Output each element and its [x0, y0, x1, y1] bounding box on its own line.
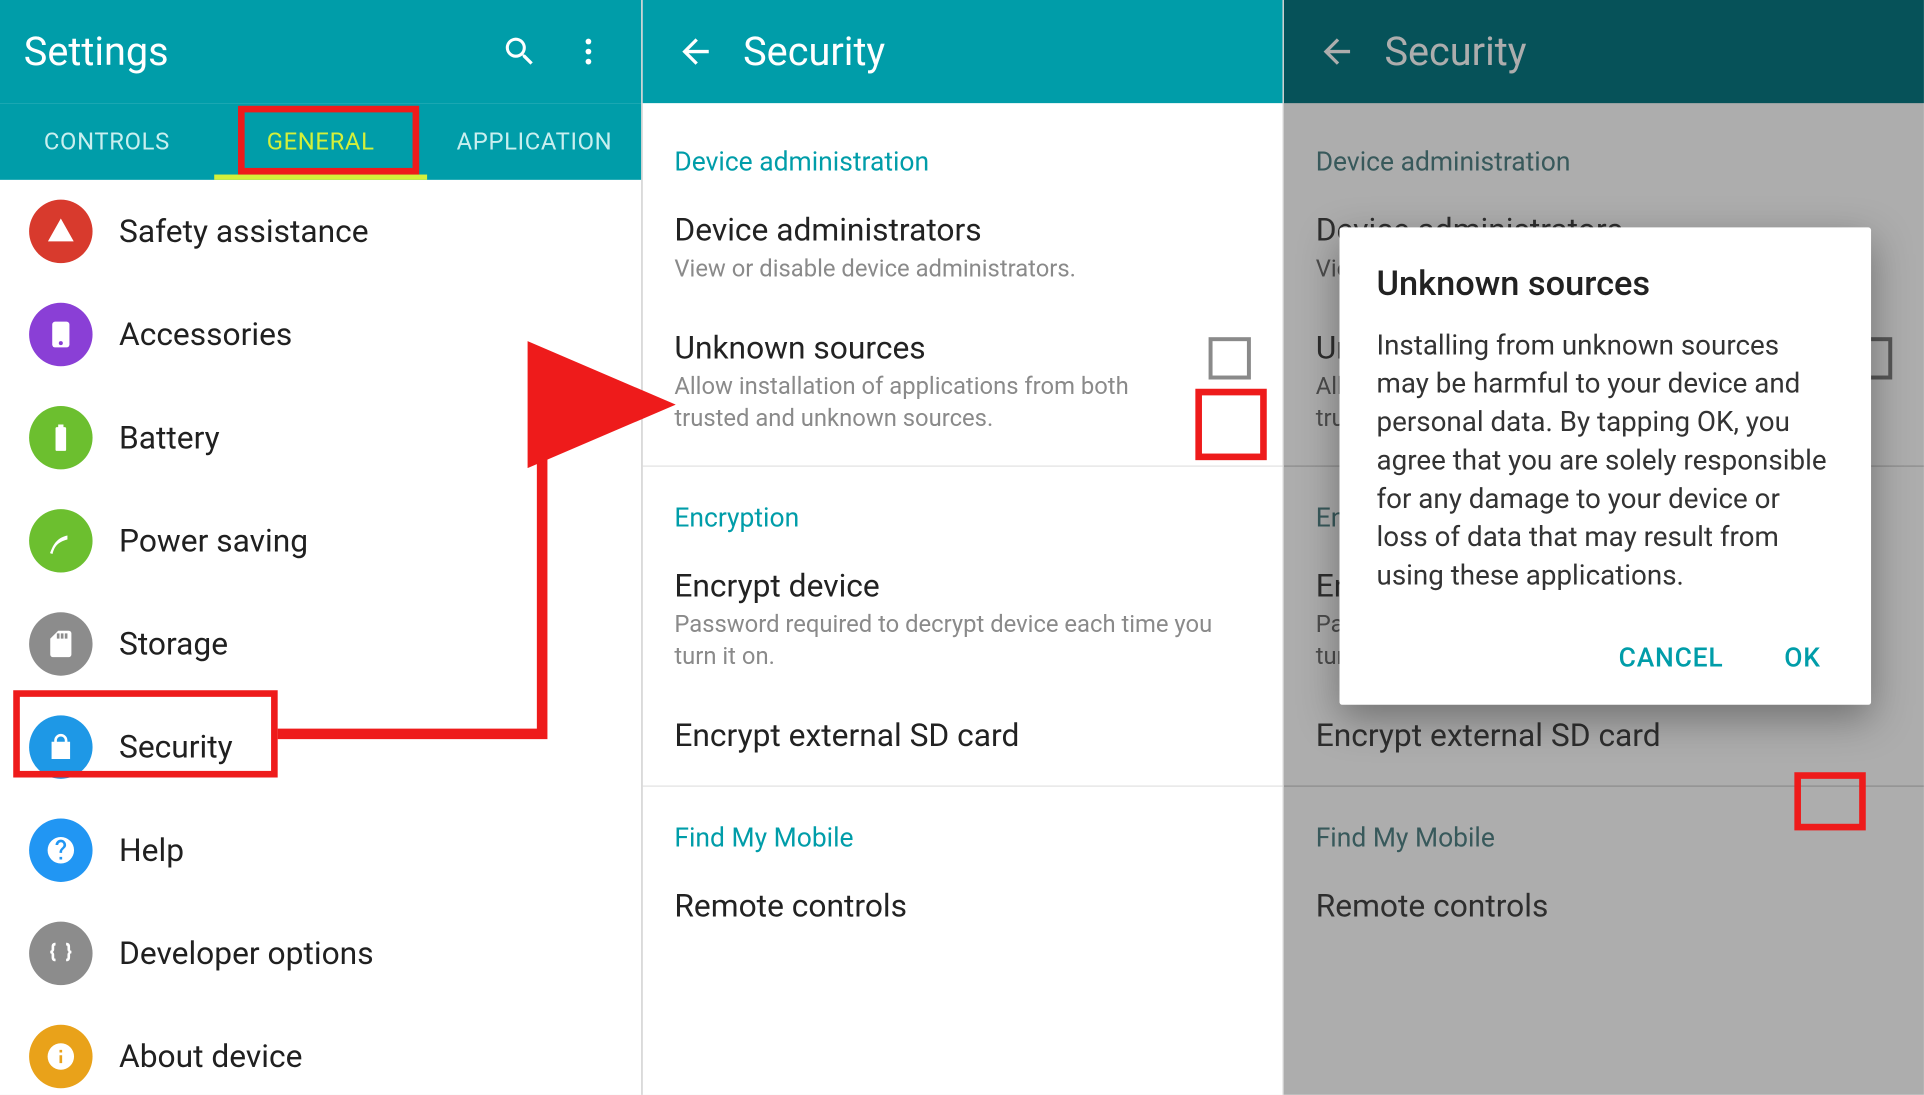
leaf-icon [29, 509, 92, 572]
overflow-icon[interactable] [559, 22, 617, 80]
settings-item-security[interactable]: Security [0, 696, 641, 799]
help-icon [29, 819, 92, 882]
info-icon [29, 1025, 92, 1088]
section-find-my-mobile: Find My Mobile [643, 787, 1283, 866]
security-list: Device administration Device administrat… [643, 103, 1283, 948]
section-encryption: Encryption [643, 467, 1283, 546]
unknown-sources-checkbox[interactable] [1209, 338, 1251, 380]
item-subtitle: Password required to decrypt device each… [674, 610, 1235, 672]
security-screen-dialog: Security Device administration Device ad… [1283, 0, 1924, 1095]
alert-icon [29, 200, 92, 263]
tab-controls[interactable]: CONTROLS [0, 103, 214, 180]
settings-title: Settings [24, 28, 480, 74]
search-icon[interactable] [491, 22, 549, 80]
settings-item-label: Storage [119, 625, 228, 662]
encrypt-device-item[interactable]: Encrypt device Password required to decr… [643, 546, 1283, 695]
item-title: Encrypt external SD card [674, 717, 1235, 754]
remote-controls-item[interactable]: Remote controls [643, 866, 1283, 948]
item-subtitle: Allow installation of applications from … [674, 372, 1192, 434]
item-title: Remote controls [674, 887, 1235, 924]
settings-item-power-saving[interactable]: Power saving [0, 489, 641, 592]
settings-item-label: Security [119, 729, 233, 766]
accessory-icon [29, 303, 92, 366]
device-administrators-item[interactable]: Device administrators View or disable de… [643, 190, 1283, 308]
settings-item-about[interactable]: About device [0, 1005, 641, 1095]
security-title: Security [743, 28, 1259, 74]
settings-item-accessories[interactable]: Accessories [0, 283, 641, 386]
settings-item-battery[interactable]: Battery [0, 386, 641, 489]
settings-item-storage[interactable]: Storage [0, 592, 641, 695]
tab-general[interactable]: GENERAL [214, 103, 428, 180]
braces-icon [29, 922, 92, 985]
cancel-button[interactable]: CANCEL [1605, 630, 1736, 683]
settings-item-label: Accessories [119, 316, 292, 353]
settings-item-help[interactable]: Help [0, 799, 641, 902]
item-title: Device administrators [674, 212, 1235, 249]
tab-application[interactable]: APPLICATION [428, 103, 642, 180]
settings-item-label: Help [119, 832, 184, 869]
encrypt-sd-item[interactable]: Encrypt external SD card [643, 695, 1283, 777]
dialog-title: Unknown sources [1377, 264, 1835, 304]
back-icon[interactable] [666, 22, 724, 80]
lock-icon [29, 715, 92, 778]
section-device-admin: Device administration [643, 111, 1283, 190]
settings-tabs: CONTROLS GENERAL APPLICATION [0, 103, 641, 180]
item-title: Unknown sources [674, 330, 1192, 367]
dialog-actions: CANCEL OK [1377, 630, 1835, 683]
settings-item-developer[interactable]: Developer options [0, 902, 641, 1005]
unknown-sources-dialog: Unknown sources Installing from unknown … [1339, 227, 1871, 704]
ok-button[interactable]: OK [1771, 630, 1834, 683]
settings-item-label: Power saving [119, 522, 308, 559]
sd-icon [29, 612, 92, 675]
settings-item-label: Safety assistance [119, 213, 369, 250]
settings-screen: Settings CONTROLS GENERAL APPLICATION Sa… [0, 0, 641, 1095]
settings-actionbar: Settings [0, 0, 641, 103]
item-title: Encrypt device [674, 567, 1235, 604]
settings-item-safety[interactable]: Safety assistance [0, 180, 641, 283]
settings-item-label: About device [119, 1038, 302, 1075]
battery-icon [29, 406, 92, 469]
settings-item-label: Developer options [119, 935, 374, 972]
unknown-sources-item[interactable]: Unknown sources Allow installation of ap… [643, 309, 1283, 458]
item-subtitle: View or disable device administrators. [674, 254, 1235, 285]
security-actionbar: Security [643, 0, 1283, 103]
security-screen: Security Device administration Device ad… [641, 0, 1282, 1095]
settings-item-label: Battery [119, 419, 220, 456]
settings-list: Safety assistance Accessories Battery Po… [0, 180, 641, 1095]
dialog-body: Installing from unknown sources may be h… [1377, 328, 1835, 596]
